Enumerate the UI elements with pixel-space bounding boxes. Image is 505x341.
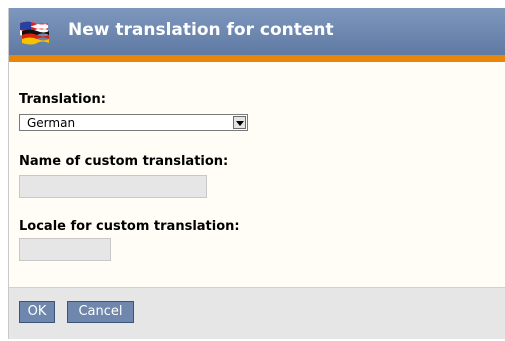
locale-input[interactable] [19,238,111,261]
chevron-down-icon[interactable] [233,116,246,129]
translation-select-value: German [27,116,76,130]
accent-divider [9,55,505,62]
translation-select[interactable]: German [19,114,248,131]
locale-label: Locale for custom translation: [19,219,240,234]
ok-button[interactable]: OK [19,301,55,323]
dialog-footer: OK Cancel [9,287,505,339]
dialog-titlebar: New translation for content [9,8,505,55]
custom-name-label: Name of custom translation: [19,154,229,169]
us-german-flag-icon [20,21,49,45]
cancel-button[interactable]: Cancel [67,301,134,323]
translation-label: Translation: [19,92,106,107]
new-translation-dialog: New translation for content Translation:… [8,8,505,339]
custom-name-input[interactable] [19,175,207,198]
dialog-title: New translation for content [68,20,334,40]
